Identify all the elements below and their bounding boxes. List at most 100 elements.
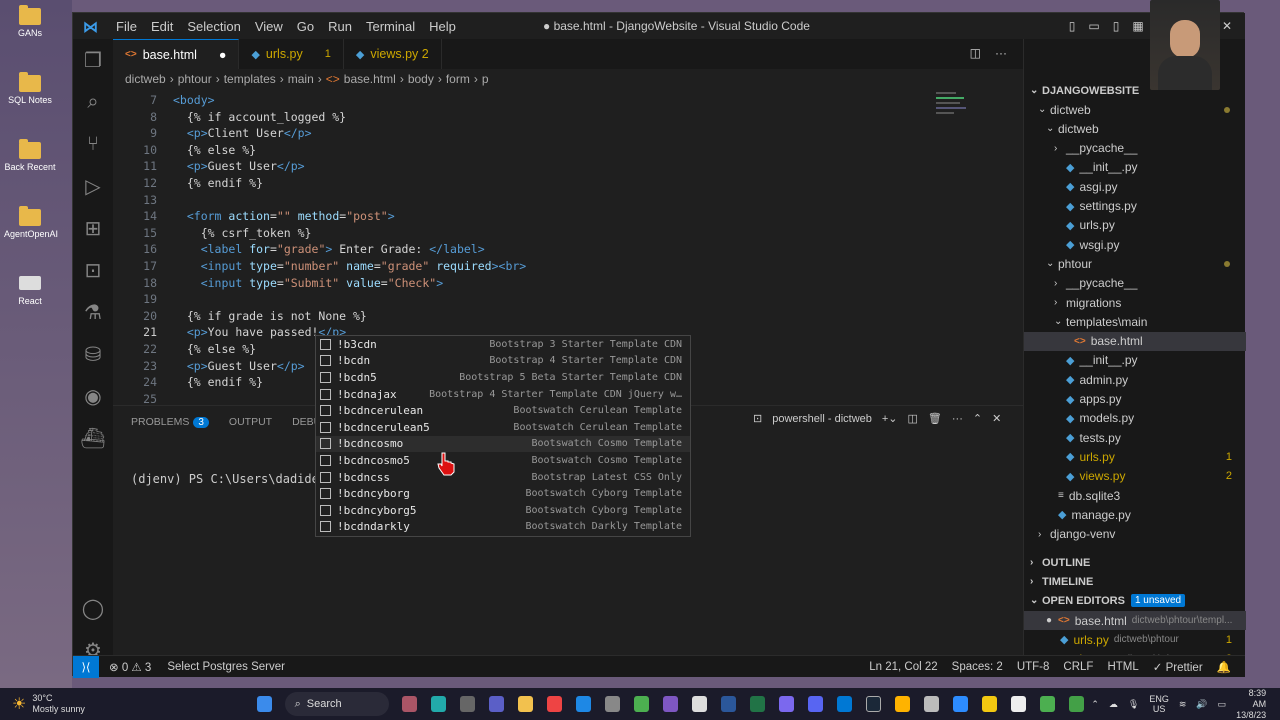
desktop-icon-sql-notes[interactable]: SQL Notes [4, 72, 56, 105]
maximize-panel-icon[interactable]: ⌃ [973, 412, 982, 425]
tree-file[interactable]: ◆ settings.py [1024, 197, 1246, 216]
github-icon[interactable]: ◉ [73, 375, 113, 417]
tree-file[interactable]: ◆ admin.py [1024, 370, 1246, 389]
tab-urls-py[interactable]: ◆ urls.py 1 [239, 39, 344, 69]
more-icon[interactable]: ··· [952, 413, 963, 425]
app-icon[interactable] [430, 696, 446, 712]
tree-file[interactable]: ◆ views.py 2 [1024, 467, 1246, 486]
desktop-icon-agentopenai[interactable]: AgentOpenAI [4, 206, 58, 239]
menu-go[interactable]: Go [290, 19, 321, 34]
app-icon[interactable] [895, 696, 911, 712]
crumb[interactable]: main [288, 72, 314, 86]
search-icon[interactable]: ⌕ [73, 81, 113, 123]
app-icon[interactable] [691, 696, 707, 712]
tree-file[interactable]: ◆ __init__.py [1024, 158, 1246, 177]
app-icon[interactable] [459, 696, 475, 712]
suggestion-item[interactable]: !bcdncerulean Bootswatch Cerulean Templat… [316, 402, 690, 419]
clock[interactable]: 8:39 AM 13/8/23 [1236, 688, 1266, 720]
code-line[interactable]: {% endif %} [173, 176, 263, 190]
suggestion-item[interactable]: !bcdnajax Bootstrap 4 Starter Template CD… [316, 386, 690, 403]
menu-terminal[interactable]: Terminal [359, 19, 422, 34]
steam-icon[interactable] [866, 696, 882, 712]
suggestion-item[interactable]: !bcdncosmo Bootswatch Cosmo Template [316, 435, 690, 453]
source-control-icon[interactable]: ⑂ [73, 123, 113, 165]
tree-file[interactable]: ◆ urls.py 1 [1024, 447, 1246, 466]
tab-output[interactable]: OUTPUT [229, 416, 272, 428]
tree-file[interactable]: ◆ __init__.py [1024, 351, 1246, 370]
mic-icon[interactable]: 🎙 [1128, 699, 1139, 710]
eol[interactable]: CRLF [1063, 661, 1093, 673]
discord-icon[interactable] [807, 696, 823, 712]
app-icon[interactable] [604, 696, 620, 712]
weather-widget[interactable]: ☀ 30°C Mostly sunny [12, 693, 219, 715]
menu-run[interactable]: Run [321, 19, 359, 34]
kill-terminal-icon[interactable]: 🗑 [928, 412, 942, 425]
app-icon[interactable] [778, 696, 794, 712]
code-line[interactable]: {% if account_logged %} [173, 110, 346, 124]
code-line[interactable]: {% else %} [173, 143, 256, 157]
desktop-icon-react[interactable]: React [4, 276, 56, 306]
open-editor-item[interactable]: ● <> base.html dictweb\phtour\templ... [1024, 611, 1246, 630]
suggestion-item[interactable]: !bcdncyborg5 Bootswatch Cyborg Template [316, 502, 690, 519]
code-line[interactable]: {% else %} [173, 342, 256, 356]
wifi-icon[interactable]: ≋ [1179, 699, 1187, 710]
terminal-prompt[interactable]: (djenv) PS C:\Users\dadidelu [131, 472, 333, 486]
zoom-icon[interactable] [953, 696, 969, 712]
postgres-status[interactable]: Select Postgres Server [167, 661, 285, 673]
suggestion-item[interactable]: !bcdndarkly Bootswatch Darkly Template [316, 519, 690, 536]
remote-explorer-icon[interactable]: ⊡ [73, 249, 113, 291]
remote-icon[interactable]: ⟩⟨ [73, 655, 99, 678]
word-icon[interactable] [720, 696, 736, 712]
toggle-secondary-sidebar-icon[interactable]: ▯ [1105, 19, 1127, 33]
explorer-icon[interactable]: ❐ [73, 39, 113, 81]
extensions-icon[interactable]: ⊞ [73, 207, 113, 249]
menu-edit[interactable]: Edit [144, 19, 180, 34]
tree-folder[interactable]: ⌄ dictweb [1024, 100, 1246, 119]
run-debug-icon[interactable]: ▷ [73, 165, 113, 207]
suggestion-item[interactable]: !bcdncosmo5 Bootswatch Cosmo Template [316, 452, 690, 469]
app-icon[interactable] [575, 696, 591, 712]
app-icon[interactable] [662, 696, 678, 712]
tree-folder[interactable]: › __pycache__ [1024, 139, 1246, 158]
battery-icon[interactable]: ▭ [1218, 699, 1227, 710]
tree-file[interactable]: ◆ tests.py [1024, 428, 1246, 447]
crumb[interactable]: dictweb [125, 72, 166, 86]
crumb[interactable]: phtour [178, 72, 212, 86]
tree-folder[interactable]: › migrations [1024, 293, 1246, 312]
tree-file[interactable]: <> base.html [1024, 331, 1246, 351]
menu-file[interactable]: File [109, 19, 144, 34]
app-icon[interactable] [1069, 696, 1085, 712]
suggestion-item[interactable]: !bcdn Bootstrap 4 Starter Template CDN [316, 353, 690, 370]
crumb[interactable]: base.html [344, 72, 396, 86]
suggestion-item[interactable]: !bcdncyborg Bootswatch Cyborg Template [316, 485, 690, 502]
code-line[interactable]: {% csrf_token %} [173, 226, 312, 240]
suggestion-item[interactable]: !bcdn5 Bootstrap 5 Beta Starter Template … [316, 369, 690, 386]
menu-selection[interactable]: Selection [180, 19, 247, 34]
tab-views-py[interactable]: ◆ views.py 2 [344, 39, 442, 69]
powerbi-icon[interactable] [982, 696, 998, 712]
code-line[interactable]: <p>Guest User</p> [173, 159, 305, 173]
tree-file[interactable]: ◆ wsgi.py [1024, 235, 1246, 254]
teams-icon[interactable] [488, 696, 504, 712]
testing-icon[interactable]: ⚗ [73, 291, 113, 333]
menu-help[interactable]: Help [422, 19, 463, 34]
tab-problems[interactable]: PROBLEMS 3 [131, 416, 209, 428]
unsaved-dot[interactable]: ● [1046, 615, 1052, 626]
indentation[interactable]: Spaces: 2 [952, 661, 1003, 673]
tree-file[interactable]: ◆ models.py [1024, 409, 1246, 428]
tree-file[interactable]: ≡ db.sqlite3 [1024, 486, 1246, 505]
code-line[interactable]: <p>Client User</p> [173, 126, 312, 140]
suggestion-item[interactable]: !b3cdn Bootstrap 3 Starter Template CDN [316, 336, 690, 353]
code-line[interactable]: <input type="Submit" value="Check"> [173, 276, 443, 290]
suggestion-item[interactable]: !bcdncss Bootstrap Latest CSS Only [316, 469, 690, 486]
code-line[interactable]: <body> [173, 93, 215, 107]
crumb[interactable]: templates [224, 72, 276, 86]
customize-layout-icon[interactable]: ▦ [1127, 19, 1149, 33]
language-indicator[interactable]: ENG US [1149, 694, 1169, 714]
suggestion-item[interactable]: !bcdncerulean5 Bootswatch Cerulean Templa… [316, 419, 690, 436]
open-editor-item[interactable]: ◆ urls.py dictweb\phtour 1 [1024, 630, 1246, 649]
menu-view[interactable]: View [248, 19, 290, 34]
docker-icon[interactable]: ⛴ [73, 417, 113, 459]
tree-file[interactable]: ◆ apps.py [1024, 390, 1246, 409]
more-actions-icon[interactable]: ··· [995, 46, 1007, 60]
